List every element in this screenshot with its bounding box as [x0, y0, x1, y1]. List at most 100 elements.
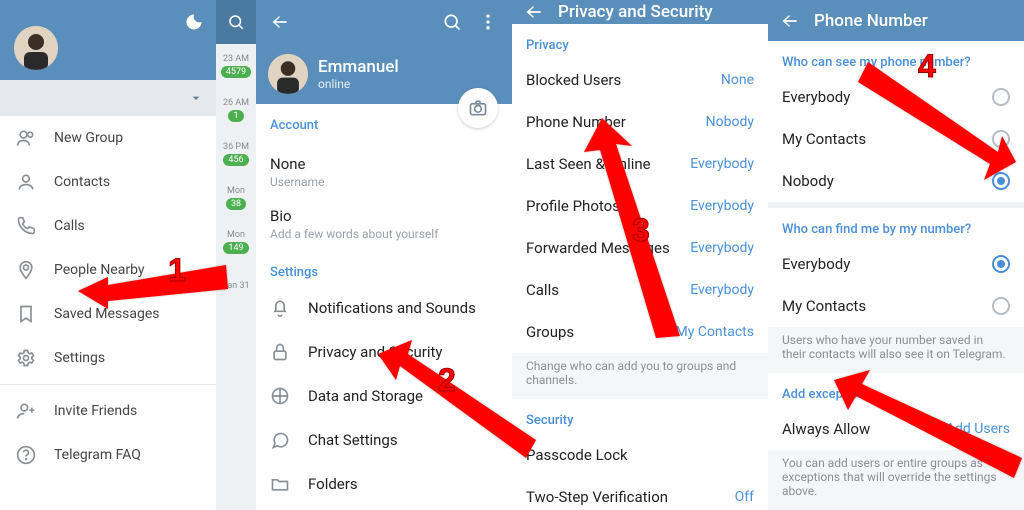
- radio-icon: [992, 297, 1010, 315]
- settings-chat[interactable]: Chat Settings: [256, 418, 512, 462]
- menu-label: Calls: [54, 218, 85, 234]
- q1: Who can see my phone number?: [768, 41, 1024, 76]
- radio-option[interactable]: My Contacts: [768, 118, 1024, 160]
- contacts-icon: [16, 172, 36, 192]
- chat-sliver-row[interactable]: Mon149: [216, 220, 256, 264]
- radio-option[interactable]: Everybody: [768, 243, 1024, 285]
- radio-option[interactable]: Nobody: [768, 160, 1024, 202]
- avatar[interactable]: [268, 54, 308, 94]
- back-icon[interactable]: [778, 9, 802, 33]
- chat-sliver-row[interactable]: 26 AM1: [216, 88, 256, 132]
- radio-option[interactable]: Everybody: [768, 76, 1024, 118]
- menu-contacts[interactable]: Contacts: [0, 160, 216, 204]
- menu-invite-friends[interactable]: Invite Friends: [0, 389, 216, 433]
- hint-find: Users who have your number saved in thei…: [768, 327, 1024, 373]
- security-section: Security: [512, 399, 768, 434]
- privacy-panel: Privacy and Security Privacy Blocked Use…: [512, 0, 768, 510]
- menu-label: Saved Messages: [54, 306, 160, 322]
- menu-saved-messages[interactable]: Saved Messages: [0, 292, 216, 336]
- avatar[interactable]: [14, 26, 58, 70]
- security-row[interactable]: Two-Step VerificationOff: [512, 476, 768, 510]
- drawer-header: [0, 0, 216, 80]
- profile-name: Emmanuel: [318, 57, 399, 77]
- radio-icon: [992, 172, 1010, 190]
- bio-field[interactable]: Bio Add a few words about yourself: [256, 199, 512, 251]
- settings-folders[interactable]: Folders: [256, 462, 512, 506]
- settings-notifications[interactable]: Notifications and Sounds: [256, 286, 512, 330]
- chat-sliver-row[interactable]: Jan 31: [216, 264, 256, 308]
- menu-label: New Group: [54, 130, 123, 146]
- radio-icon: [992, 88, 1010, 106]
- privacy-hint: Change who can add you to groups and cha…: [512, 353, 768, 399]
- privacy-header: Privacy and Security: [512, 0, 768, 24]
- settings-section: Settings: [256, 251, 512, 286]
- page-title: Phone Number: [814, 11, 928, 31]
- q2: Who can find me by my number?: [768, 208, 1024, 243]
- phone-header: Phone Number: [768, 0, 1024, 41]
- chat-sliver-row[interactable]: 36 PM456: [216, 132, 256, 176]
- always-allow-row[interactable]: Always Allow Add Users: [768, 408, 1024, 450]
- settings-label: Chat Settings: [308, 431, 398, 449]
- night-mode-icon[interactable]: [182, 10, 206, 34]
- chat-sliver-row[interactable]: Mon38: [216, 176, 256, 220]
- search-icon[interactable]: [440, 10, 464, 34]
- menu-label: Telegram FAQ: [54, 447, 141, 463]
- menu-label: Contacts: [54, 174, 110, 190]
- annotation-4: 4: [918, 48, 936, 85]
- menu-settings[interactable]: Settings: [0, 336, 216, 380]
- chat-icon: [270, 430, 290, 450]
- calls-icon: [16, 216, 36, 236]
- add-users-link[interactable]: Add Users: [946, 421, 1010, 437]
- invite-friends-icon: [16, 401, 36, 421]
- settings-label: Folders: [308, 475, 358, 493]
- search-icon[interactable]: [216, 0, 256, 44]
- hint-exceptions: You can add users or entire groups as ex…: [768, 450, 1024, 510]
- back-icon[interactable]: [522, 0, 546, 24]
- menu-new-group[interactable]: New Group: [0, 116, 216, 160]
- menu-calls[interactable]: Calls: [0, 204, 216, 248]
- radio-icon: [992, 255, 1010, 273]
- annotation-1: 1: [168, 252, 186, 289]
- profile-status: online: [318, 77, 399, 91]
- privacy-row[interactable]: Blocked UsersNone: [512, 59, 768, 101]
- annotation-3: 3: [632, 212, 650, 249]
- menu-telegram-faq[interactable]: Telegram FAQ: [0, 433, 216, 477]
- new-group-icon: [16, 128, 36, 148]
- drawer-panel: New GroupContactsCallsPeople NearbySaved…: [0, 0, 256, 510]
- exceptions-section: Add exceptions: [768, 373, 1024, 408]
- annotation-2: 2: [438, 362, 456, 399]
- back-icon[interactable]: [268, 10, 292, 34]
- radio-icon: [992, 130, 1010, 148]
- camera-button[interactable]: [458, 88, 498, 128]
- security-row[interactable]: Passcode Lock: [512, 434, 768, 476]
- chat-sliver: 23 AM457926 AM136 PM456Mon38Mon149Jan 31: [216, 0, 256, 510]
- folders-icon: [270, 474, 290, 494]
- settings-devices[interactable]: Devices: [256, 506, 512, 510]
- more-icon[interactable]: [476, 10, 500, 34]
- account-expand[interactable]: [0, 80, 216, 116]
- phone-number-panel: Phone Number Who can see my phone number…: [768, 0, 1024, 510]
- chat-sliver-row[interactable]: 23 AM4579: [216, 44, 256, 88]
- privacy-row[interactable]: Last Seen & OnlineEverybody: [512, 143, 768, 185]
- username-field[interactable]: None Username: [256, 147, 512, 199]
- settings-data[interactable]: Data and Storage: [256, 374, 512, 418]
- data-icon: [270, 386, 290, 406]
- radio-option[interactable]: My Contacts: [768, 285, 1024, 327]
- menu-label: Settings: [54, 350, 105, 366]
- settings-icon: [16, 348, 36, 368]
- settings-label: Data and Storage: [308, 387, 423, 405]
- saved-messages-icon: [16, 304, 36, 324]
- privacy-row[interactable]: GroupsMy Contacts: [512, 311, 768, 353]
- privacy-section: Privacy: [512, 24, 768, 59]
- privacy-row[interactable]: CallsEverybody: [512, 269, 768, 311]
- page-title: Privacy and Security: [558, 2, 713, 22]
- chevron-down-icon: [188, 90, 204, 106]
- settings-label: Notifications and Sounds: [308, 299, 476, 317]
- notifications-icon: [270, 298, 290, 318]
- people-nearby-icon: [16, 260, 36, 280]
- settings-label: Privacy and Security: [308, 343, 443, 361]
- menu-label: Invite Friends: [54, 403, 137, 419]
- settings-privacy[interactable]: Privacy and Security: [256, 330, 512, 374]
- settings-panel: Emmanuel online Account None Username Bi…: [256, 0, 512, 510]
- privacy-row[interactable]: Phone NumberNobody: [512, 101, 768, 143]
